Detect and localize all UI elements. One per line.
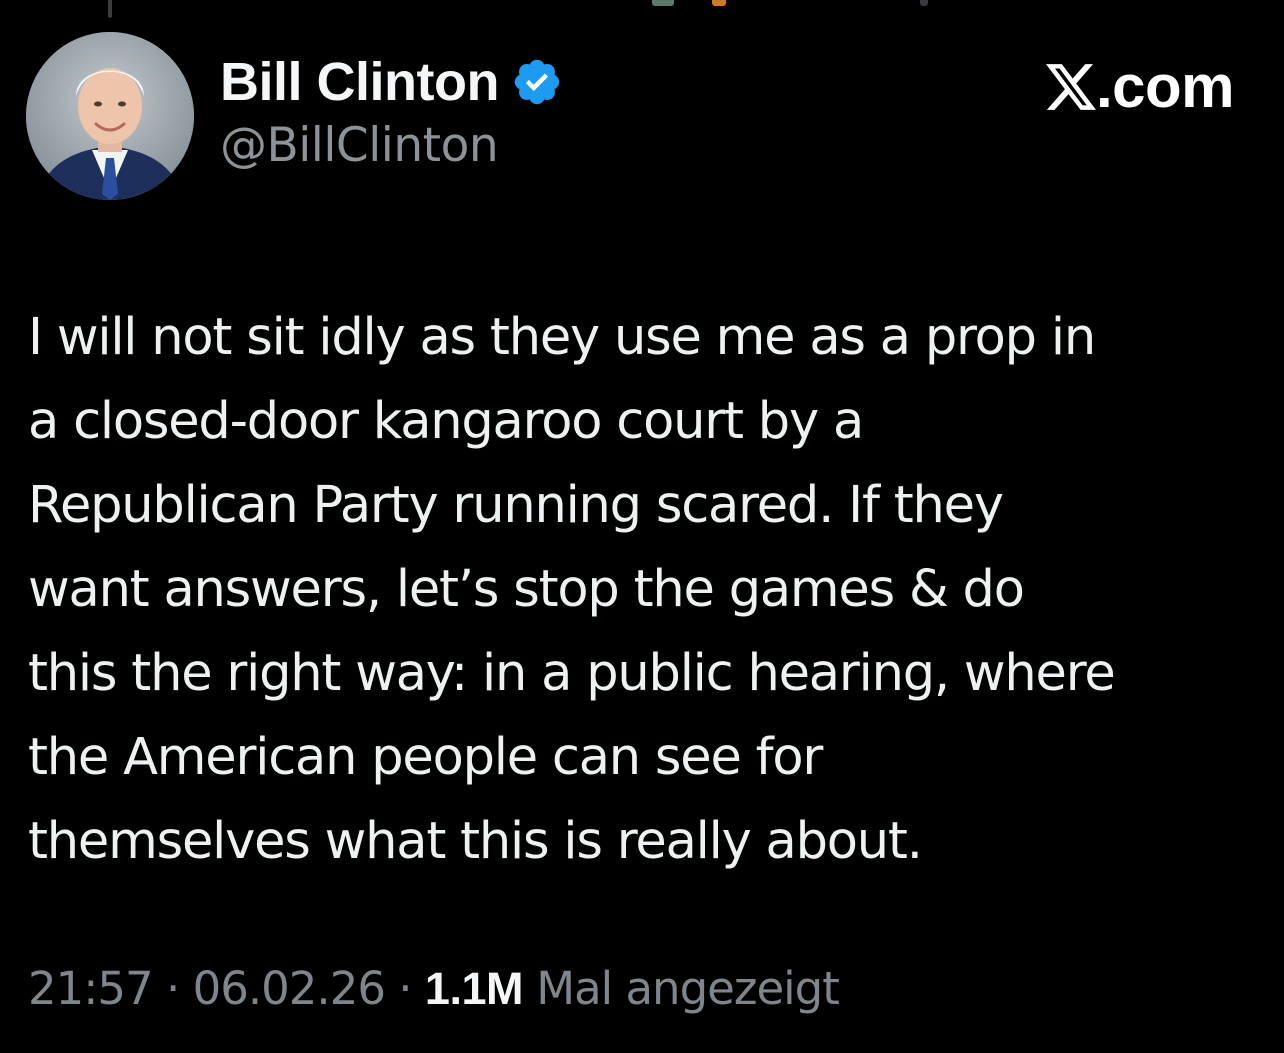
meta-separator: · [385, 962, 425, 1015]
author-name-row[interactable]: Bill Clinton [220, 50, 563, 114]
clipped-media-fragment [712, 0, 726, 6]
views-count[interactable]: 1.1M [425, 963, 524, 1014]
tweet-metadata: 21:57 · 06.02.26 · 1.1M Mal angezeigt [28, 962, 840, 1015]
clipped-media-fragment [652, 0, 674, 6]
brand-label: .com [1045, 52, 1235, 121]
brand-domain-suffix: .com [1095, 53, 1235, 120]
tweet-time[interactable]: 21:57 [28, 962, 154, 1015]
author-avatar[interactable] [26, 32, 194, 200]
verified-badge-icon [514, 59, 560, 105]
tweet-text-line: want answers, let’s stop the games & do [28, 560, 1025, 619]
tweet-text-line: this the right way: in a public hearing,… [28, 644, 1116, 703]
views-label: Mal angezeigt [522, 962, 840, 1015]
tweet-text: I will not sit idly as they use me as a … [28, 296, 1268, 884]
author-display-name[interactable]: Bill Clinton [220, 51, 499, 113]
tweet-text-line: I will not sit idly as they use me as a … [28, 308, 1096, 367]
tweet-text-line: a closed-door kangaroo court by a [28, 392, 864, 451]
meta-separator: · [152, 962, 193, 1015]
tweet-date[interactable]: 06.02.26 [193, 962, 386, 1015]
clipped-media-fragment [920, 0, 928, 6]
avatar-photo-icon [26, 32, 194, 200]
tweet-text-line: themselves what this is really about. [28, 812, 923, 871]
thread-connector-line [108, 0, 112, 18]
author-handle[interactable]: @BillClinton [220, 118, 499, 173]
x-logo-icon [1045, 63, 1096, 110]
tweet-text-line: the American people can see for [28, 728, 823, 787]
tweet-text-line: Republican Party running scared. If they [28, 476, 1004, 535]
